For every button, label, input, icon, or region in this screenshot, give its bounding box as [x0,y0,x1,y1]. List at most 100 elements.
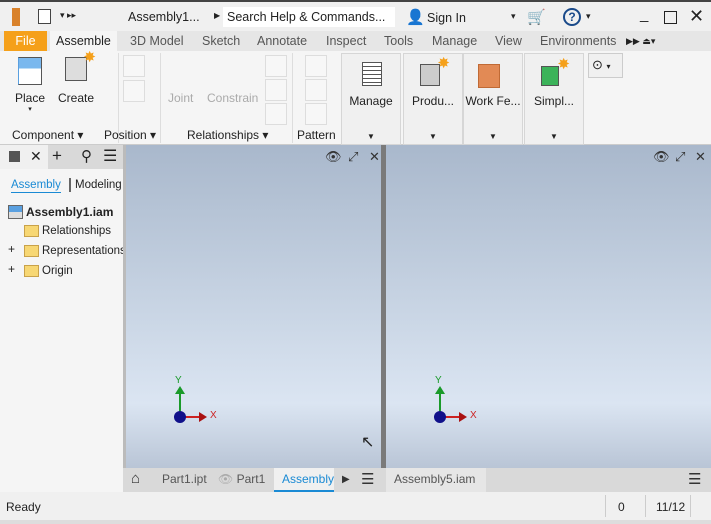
relationship-icon-1[interactable] [265,55,287,77]
browser-header: ✕ + ⚲ ☰ [0,145,123,169]
manage-icon [362,62,382,86]
viewport-left[interactable]: 👁 ⤢ ✕ Y X ↖ [126,145,381,468]
manage-label: Manage [349,94,393,108]
scroll-tabs-icon[interactable]: ▶ [342,474,350,485]
position-panel-label[interactable]: Position ▾ [104,128,156,142]
tab-file[interactable]: File [4,31,47,51]
new-file-icon[interactable] [38,9,51,24]
copy-icon[interactable] [305,103,327,125]
title-bar: ▾ ▸▸ Assembly1... ▶ Search Help & Comman… [0,0,711,31]
assembly-icon [8,205,23,219]
tree-item-relationships[interactable]: Relationships [24,225,111,237]
relationship-icon-2[interactable] [265,79,287,101]
minimize-button[interactable]: _ [640,6,648,23]
search-icon[interactable]: ⚲ [81,147,92,165]
productivity-label: Produ... [411,94,455,108]
free-rotate-icon[interactable] [123,80,145,102]
user-icon: 👤 [406,9,425,26]
relationship-icon-3[interactable] [265,103,287,125]
viewport-right[interactable]: 👁 ⤢ ✕ Y X [386,145,711,468]
ribbon: Place ▾ ✸ Create Joint Constrain Compone… [0,49,711,145]
document-tabs: ⌂ Part1.ipt 👁 Part1 Assembly ▶ ☰ Assembl… [123,468,711,492]
place-label: Place [14,91,46,105]
maximize-view-icon[interactable]: ⤢ [675,149,685,165]
more-tabs-icon[interactable]: ▶▶ ⏏▾ [620,31,661,51]
expand-icon[interactable]: + [8,242,15,256]
add-browser-icon[interactable]: + [52,146,62,166]
place-button[interactable]: Place ▾ [8,57,52,113]
productivity-panel[interactable]: ✸ Produ... ▼ [403,53,463,145]
tree-item-origin[interactable]: Origin [24,265,73,277]
close-button[interactable]: ✕ [689,6,704,27]
folder-icon [24,265,39,277]
help-dropdown-icon[interactable]: ▾ [586,11,591,22]
customize-ribbon-button[interactable]: ⊙ ▾ [588,53,623,78]
representations-folder-icon [24,245,39,257]
work-features-label: Work Fe... [465,94,521,108]
close-view-icon[interactable]: ✕ [695,149,706,165]
tab-modeling-browser[interactable]: Modeling [75,179,122,191]
tab-view[interactable]: View [489,31,528,51]
status-count: 0 [618,500,625,514]
work-plane-icon [478,64,500,88]
maximize-button[interactable] [664,11,677,24]
chevron-right-icon[interactable]: ▶ [214,11,220,20]
sign-in-button[interactable]: Sign In [427,11,466,25]
dropdown-icon[interactable]: ▾ ▸▸ [60,10,76,21]
folder-icon [24,225,39,237]
menu-icon[interactable]: ☰ [103,146,117,166]
tree-root[interactable]: Assembly1.iam [8,205,113,219]
create-label: Create [57,91,95,105]
tab-tools[interactable]: Tools [378,31,419,51]
constrain-button[interactable]: Constrain [207,91,258,105]
tab-inspect[interactable]: Inspect [320,31,372,51]
close-icon[interactable]: ✕ [30,148,42,165]
model-tab-icon[interactable] [9,151,20,162]
visibility-icon[interactable]: 👁 [325,149,342,165]
close-view-icon[interactable]: ✕ [369,149,380,165]
mouse-cursor: ↖ [361,434,375,451]
doc-tab-part1[interactable]: 👁 Part1 [218,472,265,486]
manage-panel[interactable]: Manage ▼ [341,53,401,145]
hidden-icon: 👁 [218,472,234,486]
productivity-icon: ✸ [420,55,450,86]
tab-assembly-browser[interactable]: Assembly [11,179,61,193]
ribbon-tabs: File Assemble 3D Model Sketch Annotate I… [0,31,711,51]
create-component-icon: ✸ [65,49,96,81]
document-title: Assembly1... [128,10,200,24]
tab-sketch[interactable]: Sketch [196,31,246,51]
tree-item-representations[interactable]: Representations [24,245,126,257]
sign-in-dropdown-icon[interactable]: ▾ [511,11,516,22]
component-panel-label[interactable]: Component ▾ [12,128,83,142]
free-move-icon[interactable] [123,55,145,77]
mirror-icon[interactable] [305,79,327,101]
simplification-label: Simpl... [533,94,574,108]
tab-environments[interactable]: Environments [534,31,622,51]
relationships-panel-label[interactable]: Relationships ▾ [187,128,268,142]
doc-tab-part1-ipt[interactable]: Part1.ipt [162,472,207,486]
search-input[interactable]: Search Help & Commands... [223,7,395,27]
app-logo-icon [12,8,20,26]
doc-tab-assembly[interactable]: Assembly [282,472,334,486]
tab-annotate[interactable]: Annotate [251,31,313,51]
maximize-view-icon[interactable]: ⤢ [348,149,358,165]
simplification-panel[interactable]: ✸ Simpl... ▼ [524,53,584,145]
status-text: Ready [6,500,41,514]
simplify-icon: ✸ [541,56,570,86]
tabs-menu-icon[interactable]: ☰ [361,470,374,488]
status-bar: Ready 0 11/12 [0,492,711,520]
help-icon[interactable]: ? [563,8,581,26]
work-features-panel[interactable]: Work Fe... ▼ [463,53,523,145]
tab-manage[interactable]: Manage [426,31,483,51]
visibility-icon[interactable]: 👁 [653,149,670,165]
joint-button[interactable]: Joint [168,91,193,105]
create-button[interactable]: ✸ Create [56,49,96,105]
tabs-menu-icon[interactable]: ☰ [688,470,701,488]
cart-icon[interactable]: 🛒 [527,8,546,26]
tab-3d-model[interactable]: 3D Model [124,31,190,51]
pattern-icon[interactable] [305,55,327,77]
home-icon[interactable]: ⌂ [131,470,140,487]
expand-icon[interactable]: + [8,262,15,276]
doc-tab-assembly5[interactable]: Assembly5.iam [394,472,475,486]
pattern-panel-label: Pattern [297,128,336,142]
